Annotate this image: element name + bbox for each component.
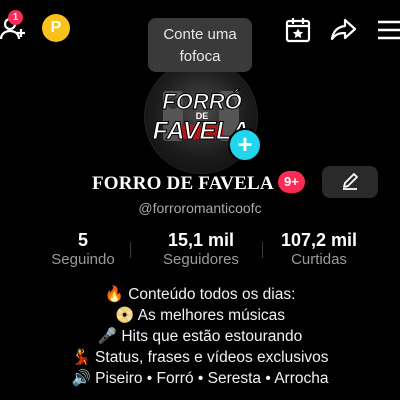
stat-followers[interactable]: 15,1 mil Seguidores: [136, 230, 266, 268]
share-button[interactable]: [330, 16, 358, 44]
hamburger-menu-icon: [378, 20, 400, 40]
stat-likes[interactable]: 107,2 mil Curtidas: [254, 230, 384, 268]
stat-label: Curtidas: [291, 251, 347, 268]
plus-icon: +: [237, 129, 253, 159]
stat-value: 15,1 mil: [167, 230, 235, 250]
stat-value: 107,2 mil: [280, 230, 358, 250]
pencil-icon: [343, 173, 358, 190]
stat-value: 5: [77, 230, 88, 250]
stat-following[interactable]: 5 Seguindo: [18, 230, 148, 268]
notification-badge: 1: [8, 10, 23, 25]
share-arrow-icon: [330, 18, 357, 41]
add-story-button[interactable]: +: [228, 128, 262, 162]
bio-line: 🔥 Conteúdo todos os dias:: [104, 286, 296, 303]
stat-divider: [130, 242, 131, 258]
name-badge[interactable]: 9+: [278, 171, 305, 193]
menu-button[interactable]: [376, 18, 400, 42]
calendar-button[interactable]: [284, 16, 312, 44]
tooltip-text: Conte uma fofoca: [163, 26, 237, 65]
profile-handle: @forroromanticoofc: [138, 200, 262, 216]
stat-label: Seguidores: [163, 251, 239, 268]
calendar-star-icon: [285, 18, 311, 43]
coin-icon[interactable]: P: [42, 14, 70, 42]
stat-label: Seguindo: [51, 251, 115, 268]
bio-line: 💃 Status, frases e vídeos exclusivos: [71, 349, 329, 366]
bio-line: 📀 As melhores músicas: [114, 307, 286, 324]
edit-profile-button[interactable]: [322, 166, 378, 198]
tooltip: Conte uma fofoca: [148, 18, 252, 72]
profile-name: FORRO DE FAVELA: [92, 173, 274, 194]
bio-line: 🎤 Hits que estão estourando: [97, 328, 303, 345]
profile-bio: 🔥 Conteúdo todos os dias: 📀 As melhores …: [0, 284, 400, 389]
bio-line: 🔊 Piseiro • Forró • Seresta • Arrocha: [71, 370, 329, 387]
